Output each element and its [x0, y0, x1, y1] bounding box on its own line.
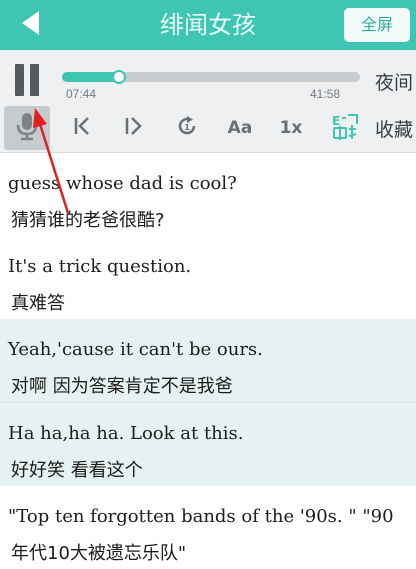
subtitle-english: Ha ha,ha ha. Look at this.: [8, 423, 244, 444]
subtitle-item[interactable]: guess whose dad is cool? 猜猜谁的老爸很酷?: [0, 153, 416, 236]
player-controls: 07:44 41:58 夜间 1 Aa 1x E 收藏: [0, 50, 416, 153]
font-size-button[interactable]: Aa: [222, 108, 258, 148]
subtitle-list: guess whose dad is cool? 猜猜谁的老爸很酷? It's …: [0, 153, 416, 569]
font-size-icon: Aa: [227, 118, 253, 138]
subtitle-chinese: 好好笑 看看这个: [11, 460, 143, 481]
repeat-button[interactable]: 1: [172, 108, 202, 148]
subtitle-english: Yeah,'cause it can't be ours.: [8, 339, 263, 360]
microphone-icon: [14, 111, 40, 145]
subtitle-item[interactable]: "Top ten forgotten bands of the '90s. " …: [0, 486, 416, 569]
pause-button[interactable]: [10, 60, 44, 100]
player-screen: 绯闻女孩 全屏 07:44 41:58 夜间 1 Aa 1x E 收藏 gues…: [0, 0, 416, 569]
header-bar: 绯闻女孩 全屏: [0, 0, 416, 50]
next-sentence-icon: [122, 115, 144, 141]
favorite-button[interactable]: 收藏: [375, 115, 413, 142]
subtitle-chinese: 真难答: [11, 293, 65, 314]
translate-icon: E: [330, 111, 360, 145]
svg-text:1: 1: [184, 123, 190, 132]
subtitle-chinese: 猜猜谁的老爸很酷?: [11, 210, 165, 231]
progress-handle[interactable]: [111, 70, 126, 84]
subtitle-english: It's a trick question.: [8, 256, 192, 277]
subtitle-item[interactable]: Yeah,'cause it can't be ours. 对啊 因为答案肯定不…: [0, 319, 416, 402]
current-time: 07:44: [66, 87, 97, 101]
progress-slider[interactable]: [62, 70, 360, 84]
svg-text:E: E: [332, 114, 340, 128]
total-time: 41:58: [310, 87, 341, 101]
subtitle-english: guess whose dad is cool?: [8, 173, 237, 194]
back-button[interactable]: [14, 8, 48, 42]
player-toolbar: 1 Aa 1x E 收藏: [0, 106, 416, 150]
previous-sentence-icon: [71, 115, 93, 141]
translate-button[interactable]: E: [328, 108, 362, 148]
subtitle-item[interactable]: Ha ha,ha ha. Look at this. 好好笑 看看这个: [0, 403, 416, 486]
progress-fill: [62, 72, 119, 82]
repeat-icon: 1: [176, 115, 198, 141]
previous-sentence-button[interactable]: [68, 108, 96, 148]
microphone-button[interactable]: [4, 106, 50, 150]
subtitle-chinese: 对啊 因为答案肯定不是我爸: [11, 376, 233, 397]
fullscreen-button[interactable]: 全屏: [344, 8, 410, 42]
speed-icon: 1x: [279, 118, 303, 138]
subtitle-english: "Top ten forgotten bands of the '90s. " …: [8, 506, 394, 527]
subtitle-item[interactable]: It's a trick question. 真难答: [0, 236, 416, 319]
back-arrow-icon: [19, 9, 43, 41]
night-mode-button[interactable]: 夜间: [375, 68, 413, 95]
speed-button[interactable]: 1x: [274, 108, 308, 148]
next-sentence-button[interactable]: [119, 108, 147, 148]
subtitle-chinese: 年代10大被遗忘乐队": [11, 543, 187, 564]
